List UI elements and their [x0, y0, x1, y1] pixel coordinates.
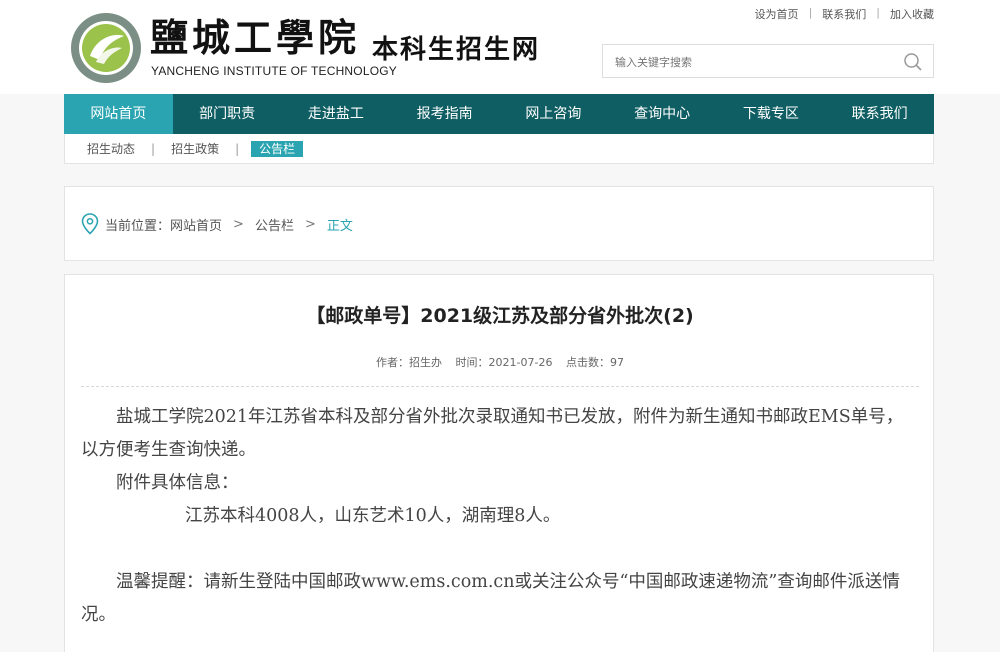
- article-divider: [81, 386, 919, 387]
- article-click-count: 点击数：97: [565, 356, 624, 369]
- sub-nav: 招生动态 | 招生政策 | 公告栏: [64, 134, 934, 164]
- nav-query-center[interactable]: 查询中心: [608, 94, 717, 134]
- article-panel: 【邮政单号】2021级江苏及部分省外批次(2) 作者：招生办 时间：2021-0…: [64, 274, 934, 652]
- breadcrumb-current: 正文: [326, 218, 353, 234]
- divider: |: [235, 141, 240, 156]
- article-body: 盐城工学院2021年江苏省本科及部分省外批次录取通知书已发放，附件为新生通知书邮…: [81, 401, 919, 632]
- article-paragraph: 附件具体信息：: [116, 473, 239, 493]
- article-paragraph: 盐城工学院2021年江苏省本科及部分省外批次录取通知书已发放，附件为新生通知书邮…: [81, 407, 904, 460]
- nav-downloads[interactable]: 下载专区: [717, 94, 826, 134]
- article-time: 时间：2021-07-26: [455, 356, 553, 369]
- breadcrumb-separator: >: [233, 216, 244, 232]
- divider: |: [151, 141, 156, 156]
- nav-online-consulting[interactable]: 网上咨询: [499, 94, 608, 134]
- site-header: 鹽城工學院 YANCHENG INSTITUTE OF TECHNOLOGY 本…: [0, 0, 1000, 94]
- add-favorite-link[interactable]: 加入收藏: [890, 6, 934, 22]
- location-pin-icon: [81, 213, 99, 235]
- set-homepage-link[interactable]: 设为首页: [755, 6, 799, 22]
- search-icon[interactable]: [903, 52, 923, 72]
- subnav-bulletin[interactable]: 公告栏: [251, 140, 304, 157]
- contact-us-link[interactable]: 联系我们: [822, 6, 866, 22]
- breadcrumb-separator: >: [304, 216, 316, 232]
- school-logo-icon[interactable]: [70, 12, 142, 84]
- nav-application-guide[interactable]: 报考指南: [390, 94, 499, 134]
- divider: |: [876, 6, 880, 19]
- article-title: 【邮政单号】2021级江苏及部分省外批次(2): [306, 305, 694, 327]
- search-box: [602, 44, 934, 78]
- nav-contact-us[interactable]: 联系我们: [825, 94, 934, 134]
- subnav-admission-policy[interactable]: 招生政策: [167, 140, 223, 157]
- article-paragraph: 温馨提醒：请新生登陆中国邮政www.ems.com.cn或关注公众号“中国邮政速…: [81, 572, 900, 625]
- breadcrumb-prefix: 当前位置：: [105, 218, 171, 234]
- search-input[interactable]: [615, 52, 885, 72]
- nav-about-school[interactable]: 走进盐工: [282, 94, 391, 134]
- main-nav: 网站首页 部门职责 走进盐工 报考指南 网上咨询 查询中心 下载专区 联系我们: [64, 94, 934, 134]
- top-links: 设为首页 | 联系我们 | 加入收藏: [755, 6, 934, 22]
- breadcrumb: 当前位置： 网站首页 > 公告栏 > 正文: [81, 213, 353, 235]
- subnav-admission-news[interactable]: 招生动态: [83, 140, 139, 157]
- article-meta: 作者：招生办 时间：2021-07-26 点击数：97: [65, 354, 935, 370]
- breadcrumb-box: 当前位置： 网站首页 > 公告栏 > 正文: [64, 186, 934, 261]
- article-paragraph: 江苏本科4008人，山东艺术10人，湖南理8人。: [185, 506, 561, 526]
- nav-home[interactable]: 网站首页: [64, 94, 173, 134]
- nav-department-duties[interactable]: 部门职责: [173, 94, 282, 134]
- logo-chinese-name: 鹽城工學院: [150, 15, 361, 60]
- site-subtitle: 本科生招生网: [372, 35, 541, 65]
- breadcrumb-bulletin[interactable]: 公告栏: [255, 215, 294, 234]
- divider: |: [808, 6, 813, 19]
- article-author: 作者：招生办: [376, 356, 443, 369]
- breadcrumb-home[interactable]: 网站首页: [170, 215, 222, 234]
- logo-english-name: YANCHENG INSTITUTE OF TECHNOLOGY: [151, 64, 397, 78]
